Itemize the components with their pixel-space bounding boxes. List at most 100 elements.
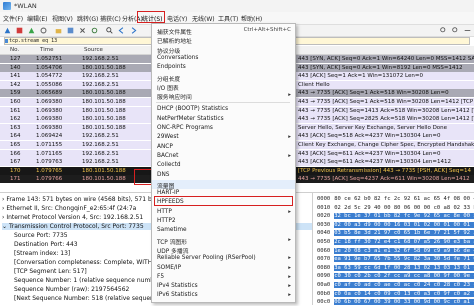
hex-bytes: 1e 20 08 c3 a1 e1 32 6f 58 09 c9 a9 b6 d… — [334, 247, 474, 254]
stats-menu-item[interactable]: IPv4 Statistics ▸ — [152, 282, 295, 291]
menu-item-label: HTTP — [157, 208, 172, 215]
packet-info: 443 → 7735 [ACK] Seq=2825 Ack=518 Win=30… — [298, 116, 474, 123]
shark-fin-start-icon[interactable] — [4, 27, 11, 34]
zoom-out-icon[interactable] — [452, 27, 459, 34]
packet-no: 163 — [10, 124, 21, 131]
hex-row[interactable]: 0030 02 00 a3 d9 00 00 16 03 01 02 00 01 … — [317, 221, 474, 228]
packet-source: 192.168.2.51 — [82, 81, 119, 88]
menu-wireless[interactable]: 无线(W) — [192, 14, 215, 23]
detail-row[interactable]: [Stream index: 13] — [14, 250, 70, 257]
menu-capture[interactable]: 捕获(C) — [100, 14, 121, 23]
detail-row[interactable]: Destination Port: 443 — [14, 241, 78, 248]
stats-menu-item[interactable]: ONC-RPC Programs — [152, 124, 295, 133]
packet-source: 180.101.50.188 — [82, 176, 126, 183]
stats-menu-item[interactable]: 29West ▸ — [152, 133, 295, 142]
hex-row[interactable]: 00b0 c0 0a c0 14 c0 09 c0 13 c0 a3 c0 9f … — [317, 290, 474, 297]
hex-row[interactable]: 0070 ea 91 9e b7 65 7b 55 9c 82 3a 30 5d … — [317, 256, 474, 263]
hex-row[interactable]: 0040 03 b5 8e 3d 21 97 c0 65 1b 6e 77 21 … — [317, 230, 474, 237]
stats-menu-item[interactable]: Endpoints — [152, 63, 295, 72]
detail-text: Sequence Number: 1 (relative sequence nu… — [14, 277, 163, 284]
hex-row[interactable]: 0010 02 2d 5c 29 40 00 80 06 00 00 c0 a8 … — [317, 205, 474, 211]
packet-source: 180.101.50.188 — [82, 90, 126, 97]
packet-source: 192.168.2.51 — [82, 133, 119, 140]
packet-time: 1.079766 — [36, 176, 63, 183]
detail-row[interactable]: Sequence Number (raw): 2197564562 — [14, 286, 129, 293]
hex-row[interactable]: 0020 32 bc 1e 37 01 bb 82 fc 9e 92 65 ac … — [317, 213, 474, 220]
stats-menu-item[interactable]: 协议分级 — [152, 45, 295, 55]
stats-menu-item[interactable]: 捕获文件属性 Ctrl+Alt+Shift+C — [152, 26, 295, 36]
detail-row[interactable]: [TCP Segment Len: 517] — [14, 268, 87, 275]
menu-item-label: F5 — [157, 273, 165, 280]
close-file-icon[interactable] — [79, 27, 86, 34]
stats-menu-item[interactable]: 已解析的地址 — [152, 35, 295, 45]
stats-menu-item[interactable]: UDP 多播流 — [152, 245, 295, 255]
stats-menu-item[interactable]: Conversations — [152, 54, 295, 63]
restart-icon[interactable] — [28, 27, 35, 34]
menu-view[interactable]: 视图(V) — [52, 14, 73, 23]
settings-gear-icon[interactable] — [40, 27, 47, 34]
hex-bytes: 03 b5 8e 3d 21 97 c0 65 1b 6e 77 21 5f 9… — [334, 230, 474, 237]
stats-menu-item[interactable]: IPv6 Statistics ▸ — [152, 291, 295, 300]
stats-menu-item[interactable]: Sametime — [152, 226, 295, 235]
menu-help[interactable]: 帮助(H) — [241, 14, 262, 23]
stats-menu-item[interactable]: F5 ▸ — [152, 273, 295, 282]
stats-menu-item[interactable]: DHCP (BOOTP) Statistics — [152, 105, 295, 114]
chevron-down-icon[interactable]: ⌄ — [2, 223, 9, 230]
reload-icon[interactable] — [91, 27, 98, 34]
hex-bytes: 32 bc 1e 37 01 bb 82 fc 9e 92 65 ac 8e 0… — [334, 213, 474, 220]
stats-menu-item[interactable]: HTTP ▸ — [152, 208, 295, 217]
hex-row[interactable]: 0000 80 ce 62 b0 82 fc 2c 92 61 ac 65 4f … — [317, 196, 474, 202]
submenu-arrow-icon: ▸ — [288, 283, 291, 290]
packet-source: 192.168.2.51 — [82, 150, 119, 157]
hex-row[interactable]: 0050 2c 18 ff 30 72 e4 c1 68 07 a5 26 90 … — [317, 239, 474, 245]
stats-menu-item[interactable]: 服务响应时间 ▸ — [152, 91, 295, 102]
stats-menu-item[interactable]: Reliable Server Pooling (RSerPool) ▸ — [152, 254, 295, 263]
packet-source: 180.101.50.188 — [82, 124, 126, 131]
hex-row[interactable]: 0090 c0 30 c0 2b c0 2f cc a9 cc a8 00 9f … — [317, 273, 474, 280]
column-time[interactable]: Time — [40, 47, 53, 53]
stats-menu-item[interactable]: BACnet ▸ — [152, 152, 295, 161]
detail-row[interactable]: Source Port: 7735 — [14, 232, 68, 239]
menu-telephony[interactable]: 电话(Y) — [167, 14, 187, 23]
packet-time: 1.054772 — [36, 73, 63, 80]
detail-row[interactable]: › Frame 143: 571 bytes on wire (4568 bit… — [2, 196, 165, 203]
detail-row[interactable]: Sequence Number: 1 (relative sequence nu… — [14, 277, 163, 284]
detail-row[interactable]: › Ethernet II, Src: ChongqinF_e2:65:4f (… — [2, 205, 136, 212]
menu-tools[interactable]: 工具(T) — [218, 14, 238, 23]
stats-menu-item[interactable]: ANCP — [152, 143, 295, 152]
bookmark-icon[interactable] — [5, 39, 8, 43]
open-folder-icon[interactable] — [55, 27, 62, 34]
hex-row[interactable]: 0060 1e 20 08 c3 a1 e1 32 6f 58 09 c9 a9 … — [317, 247, 474, 254]
stats-menu-item[interactable]: 分组长度 — [152, 73, 295, 83]
menu-edit[interactable]: 编辑(E) — [27, 14, 47, 23]
back-icon[interactable] — [118, 27, 125, 34]
search-icon[interactable] — [106, 27, 113, 34]
forward-icon[interactable] — [130, 27, 137, 34]
stats-menu-item[interactable]: DNS — [152, 171, 295, 180]
stats-menu-item[interactable]: HTTP2 — [152, 217, 295, 226]
stats-menu-item[interactable]: TCP 流图形 ▸ — [152, 236, 295, 246]
column-source[interactable]: Source — [84, 47, 103, 53]
detail-row[interactable]: › Internet Protocol Version 4, Src: 192.… — [2, 214, 143, 221]
column-no[interactable]: No. — [10, 47, 19, 53]
hex-row[interactable]: 0080 3a 63 59 cc 6d 1f 00 28 13 02 13 03 … — [317, 264, 474, 271]
menu-file[interactable]: 文件(F) — [3, 14, 23, 23]
stats-menu-item[interactable]: 流量图 — [152, 179, 295, 190]
save-icon[interactable] — [67, 27, 74, 34]
packet-source: 180.101.50.188 — [82, 107, 126, 114]
stats-menu-item[interactable]: NetPerfMeter Statistics — [152, 115, 295, 124]
zoom-in-icon[interactable] — [440, 27, 447, 34]
stop-icon[interactable] — [16, 27, 23, 34]
packet-info: Client Hello — [298, 81, 330, 88]
resize-columns-icon[interactable] — [464, 27, 471, 34]
hex-row[interactable]: 00c0 00 6b 00 67 00 39 00 33 00 9d 00 9c … — [317, 299, 474, 306]
hex-bytes: 3a 63 59 cc 6d 1f 00 28 13 02 13 03 13 0… — [334, 264, 474, 271]
menu-item-shortcut: Ctrl+Alt+Shift+C — [243, 27, 291, 33]
stats-menu-item[interactable]: SOME/IP ▸ — [152, 264, 295, 273]
menu-item-label: 服务响应时间 — [157, 95, 192, 102]
packet-info: 443 [ACK] Seq=611 Ack=4237 Win=130304 Le… — [298, 150, 441, 157]
stats-menu-item[interactable]: I/O 图表 — [152, 82, 295, 92]
stats-menu-item[interactable]: Collectd — [152, 161, 295, 170]
menu-go[interactable]: 跳转(G) — [77, 14, 98, 23]
hex-row[interactable]: 00a0 c0 af c0 ad c0 ae c0 ac c0 24 c0 28 … — [317, 282, 474, 288]
